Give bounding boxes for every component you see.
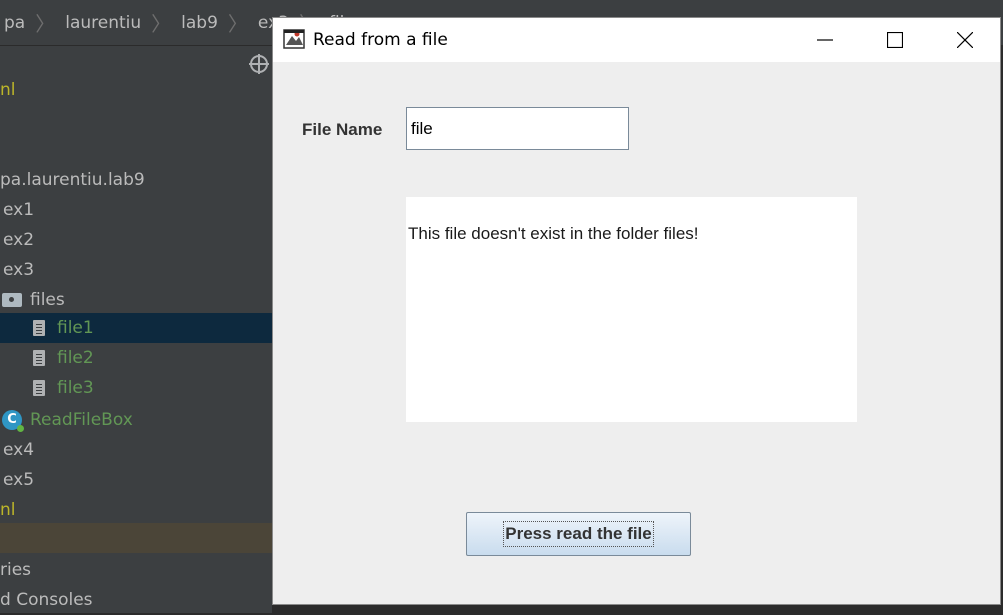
tree-item-package[interactable]: pa.laurentiu.lab9 [0,165,272,195]
tree-item-label: ReadFileBox [30,410,133,430]
maximize-icon [887,32,903,48]
tree-item-label: ex3 [3,260,35,280]
breadcrumb-item-laurentiu[interactable]: laurentiu [61,13,145,33]
tree-item-label: ex5 [3,470,35,490]
tree-item-label: d Consoles [0,590,93,610]
tree-item[interactable]: nl [0,75,272,105]
folder-icon [2,293,22,307]
tree-item[interactable]: nl [0,495,272,525]
output-text-area[interactable]: This file doesn't exist in the folder fi… [406,197,857,422]
tree-item-label: file1 [57,318,94,338]
tree-item-libraries[interactable]: ries [0,555,272,585]
dialog-title: Read from a file [313,30,448,50]
read-file-dialog: Read from a file File Name This file doe… [272,17,1001,605]
breadcrumb-item-lab9[interactable]: lab9 [177,13,222,33]
minimize-icon [817,39,833,41]
tree-item-label: ex1 [3,200,35,220]
tree-item-label: ex4 [3,440,35,460]
file-icon [33,380,45,396]
tree-item-ex1[interactable]: ex1 [0,195,275,225]
maximize-button[interactable] [860,18,930,62]
tree-item-highlighted[interactable] [0,523,272,553]
project-tree: nl pa.laurentiu.lab9 ex1 ex2 ex3 files f… [0,46,305,615]
minimize-button[interactable] [790,18,860,62]
locate-target-icon[interactable] [249,54,269,74]
read-file-button[interactable]: Press read the file [466,512,691,556]
file-icon [33,320,45,336]
tree-item-ex5[interactable]: ex5 [0,465,275,495]
tree-item-label: pa.laurentiu.lab9 [0,170,145,190]
chevron-right-icon: 〉 [227,12,248,36]
tree-item-label: ries [0,560,32,580]
tree-item-label: file3 [57,378,94,398]
tree-item-label: nl [0,500,16,520]
read-file-button-label: Press read the file [503,521,654,547]
tree-item-label: nl [0,80,16,100]
chevron-right-icon: 〉 [151,12,172,36]
chevron-right-icon: 〉 [35,12,56,36]
file-name-label: File Name [302,120,383,139]
output-message: This file doesn't exist in the folder fi… [408,224,699,243]
tree-item-ex3[interactable]: ex3 [0,255,275,285]
tree-item-ex4[interactable]: ex4 [0,435,275,465]
tree-item-label: ex2 [3,230,35,250]
file-name-input[interactable] [406,107,629,150]
tree-item-file3[interactable]: file3 [0,373,305,403]
breadcrumb-item-pa[interactable]: pa [0,13,29,33]
tree-item-files[interactable]: files [0,285,274,315]
java-class-icon: C [2,410,24,432]
tree-item-label: files [30,290,65,310]
tree-item-readfilebox[interactable]: C ReadFileBox [0,405,274,435]
tree-item-label: file2 [57,348,94,368]
tree-item-file2[interactable]: file2 [0,343,305,373]
file-icon [33,350,45,366]
java-app-icon [283,29,305,49]
tree-item-file1[interactable]: file1 [0,313,305,343]
close-icon [957,32,973,48]
close-button[interactable] [930,18,1000,62]
tree-item-consoles[interactable]: d Consoles [0,585,272,615]
dialog-titlebar[interactable]: Read from a file [273,18,1000,62]
tree-item-ex2[interactable]: ex2 [0,225,275,255]
